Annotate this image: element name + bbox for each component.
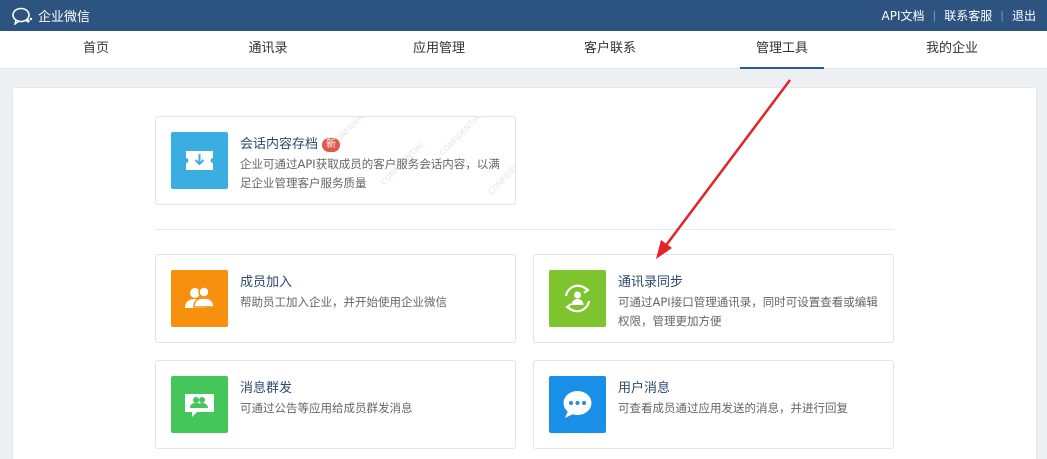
member-join-title: 成员加入 xyxy=(240,275,293,290)
top-bar: 企业微信 API文档 | 联系客服 | 退出 xyxy=(0,0,1047,31)
archive-download-icon xyxy=(186,151,213,170)
archive-app-icon xyxy=(171,132,228,189)
nav-tab-company[interactable]: 我的企业 xyxy=(914,31,990,69)
member-join-app-icon xyxy=(171,270,228,327)
card-contacts-sync[interactable]: 通讯录同步 可通过API接口管理通讯录，同时可设置查看或编辑权限，管理更加方便 xyxy=(533,254,894,343)
separator: | xyxy=(932,9,937,22)
nav-tab-apps[interactable]: 应用管理 xyxy=(401,31,477,69)
api-docs-link[interactable]: API文档 xyxy=(882,7,925,24)
archive-title: 会话内容存档 xyxy=(240,137,319,152)
logo[interactable]: 企业微信 xyxy=(12,5,90,26)
user-messages-description: 可查看成员通过应用发送的消息，并进行回复 xyxy=(618,401,848,415)
contacts-sync-title: 通讯录同步 xyxy=(618,275,684,290)
card-broadcast[interactable]: 消息群发 可通过公告等应用给成员群发消息 xyxy=(155,360,516,449)
top-links: API文档 | 联系客服 | 退出 xyxy=(882,0,1036,31)
card-chat-archive[interactable]: CONFIDENTIAL CONFIDENTIAL CONFIDENTIAL C… xyxy=(155,116,516,205)
broadcast-description: 可通过公告等应用给成员群发消息 xyxy=(240,401,413,415)
broadcast-title: 消息群发 xyxy=(240,381,293,396)
section-divider xyxy=(155,229,894,230)
support-link[interactable]: 联系客服 xyxy=(944,7,992,24)
svg-text:CONFIDENTIAL: CONFIDENTIAL xyxy=(438,117,486,158)
nav-tab-customers[interactable]: 客户联系 xyxy=(572,31,648,69)
main-nav: 首页 通讯录 应用管理 客户联系 管理工具 我的企业 xyxy=(0,31,1047,69)
logo-text: 企业微信 xyxy=(38,10,91,25)
sync-user-icon xyxy=(564,284,591,313)
chat-bubble-icon xyxy=(563,391,592,418)
contacts-sync-app-icon xyxy=(549,270,606,327)
group-message-icon xyxy=(185,394,214,417)
card-user-messages[interactable]: 用户消息 可查看成员通过应用发送的消息，并进行回复 xyxy=(533,360,894,449)
user-messages-app-icon xyxy=(549,376,606,433)
archive-description: 企业可通过API获取成员的客户服务会话内容，以满足企业管理客户服务质量 xyxy=(240,157,500,190)
card-title: 会话内容存档新 xyxy=(240,133,341,152)
nav-tab-contacts[interactable]: 通讯录 xyxy=(238,31,298,69)
users-icon xyxy=(185,286,215,308)
new-badge: 新 xyxy=(322,138,341,152)
nav-tab-home[interactable]: 首页 xyxy=(66,31,126,69)
nav-tab-tools[interactable]: 管理工具 xyxy=(740,31,824,69)
broadcast-app-icon xyxy=(171,376,228,433)
member-join-description: 帮助员工加入企业，并开始使用企业微信 xyxy=(240,295,447,309)
wecom-logo-icon xyxy=(12,7,33,25)
logout-link[interactable]: 退出 xyxy=(1012,7,1036,24)
contacts-sync-description: 可通过API接口管理通讯录，同时可设置查看或编辑权限，管理更加方便 xyxy=(618,295,878,328)
card-member-join[interactable]: 成员加入 帮助员工加入企业，并开始使用企业微信 xyxy=(155,254,516,343)
user-messages-title: 用户消息 xyxy=(618,381,671,396)
separator: | xyxy=(1000,9,1004,22)
